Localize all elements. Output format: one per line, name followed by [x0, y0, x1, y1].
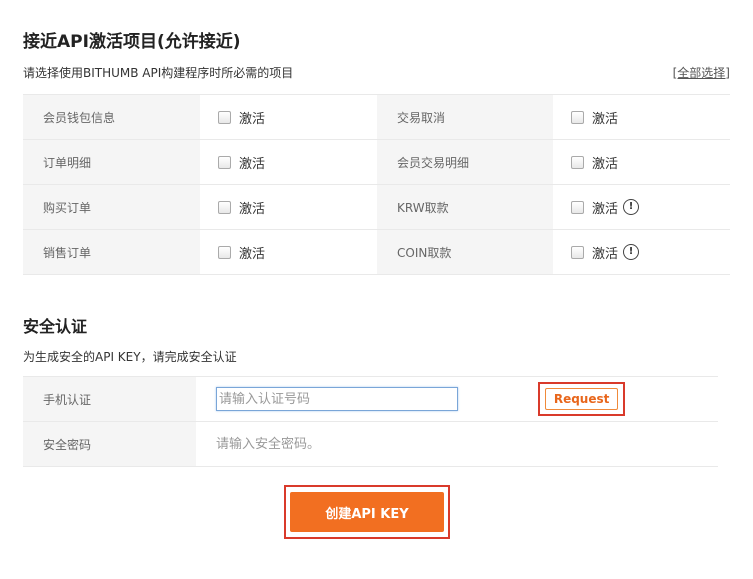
permission-toggle-buy-order[interactable]: 激活: [200, 184, 377, 230]
permission-label-sell-order: 销售订单: [23, 229, 200, 275]
permission-label-wallet-info: 会员钱包信息: [23, 94, 200, 140]
permission-toggle-coin-withdraw[interactable]: 激活!: [553, 229, 730, 275]
permission-table: 会员钱包信息 激活 交易取消 激活 订单明细 激活 会员交易明细 激活 购买订单…: [23, 94, 730, 275]
permission-label-buy-order: 购买订单: [23, 184, 200, 230]
warning-icon[interactable]: !: [623, 199, 640, 215]
security-password-input[interactable]: [216, 432, 458, 456]
activate-label: 激活: [239, 111, 266, 127]
activate-label: 激活: [592, 246, 619, 262]
permission-label-coin-withdraw: COIN取款: [377, 229, 553, 275]
security-password-label: 安全密码: [23, 421, 196, 467]
activate-label: 激活: [592, 156, 619, 172]
permission-toggle-trade-history[interactable]: 激活: [553, 139, 730, 185]
checkbox[interactable]: [218, 245, 231, 259]
create-api-key-button[interactable]: 创建API KEY: [290, 492, 444, 532]
checkbox[interactable]: [218, 110, 231, 124]
activate-label: 激活: [239, 201, 266, 217]
phone-auth-label: 手机认证: [23, 376, 196, 422]
auth-code-input[interactable]: [216, 387, 458, 411]
permission-label-order-details: 订单明细: [23, 139, 200, 185]
activate-label: 激活: [592, 201, 619, 217]
table-row: 销售订单 激活 COIN取款 激活!: [23, 229, 730, 275]
checkbox[interactable]: [571, 245, 584, 259]
security-section-subtitle: 为生成安全的API KEY，请完成安全认证: [23, 350, 237, 364]
permission-toggle-sell-order[interactable]: 激活: [200, 229, 377, 275]
activate-label: 激活: [239, 246, 266, 262]
table-row: 安全密码: [23, 421, 718, 467]
permission-toggle-cancel-order[interactable]: 激活: [553, 94, 730, 140]
table-row: 购买订单 激活 KRW取款 激活!: [23, 184, 730, 230]
activate-label: 激活: [592, 111, 619, 127]
request-button[interactable]: Request: [544, 388, 619, 410]
permission-toggle-order-details[interactable]: 激活: [200, 139, 377, 185]
permission-label-trade-history: 会员交易明细: [377, 139, 553, 185]
permission-toggle-wallet-info[interactable]: 激活: [200, 94, 377, 140]
warning-icon[interactable]: !: [623, 244, 640, 260]
table-row: 订单明细 激活 会员交易明细 激活: [23, 139, 730, 185]
api-section-title: 接近API激活项目(允许接近): [23, 32, 241, 52]
phone-auth-cell: Request: [196, 376, 718, 422]
select-all-link[interactable]: [全部选择]: [673, 64, 730, 81]
security-section-title: 安全认证: [23, 317, 88, 336]
checkbox[interactable]: [571, 155, 584, 169]
request-highlight: Request: [537, 382, 626, 416]
checkbox[interactable]: [571, 110, 584, 124]
permission-toggle-krw-withdraw[interactable]: 激活!: [553, 184, 730, 230]
api-section-subtitle: 请选择使用BITHUMB API构建程序时所必需的项目: [23, 66, 294, 80]
create-key-highlight: 创建API KEY: [284, 485, 450, 539]
permission-label-krw-withdraw: KRW取款: [377, 184, 553, 230]
checkbox[interactable]: [218, 200, 231, 214]
checkbox[interactable]: [218, 155, 231, 169]
checkbox[interactable]: [571, 200, 584, 214]
table-row: 手机认证 Request: [23, 376, 718, 422]
security-password-cell: [196, 421, 718, 467]
activate-label: 激活: [239, 156, 266, 172]
auth-table: 手机认证 Request 安全密码: [23, 376, 718, 467]
table-row: 会员钱包信息 激活 交易取消 激活: [23, 94, 730, 140]
permission-label-cancel-order: 交易取消: [377, 94, 553, 140]
